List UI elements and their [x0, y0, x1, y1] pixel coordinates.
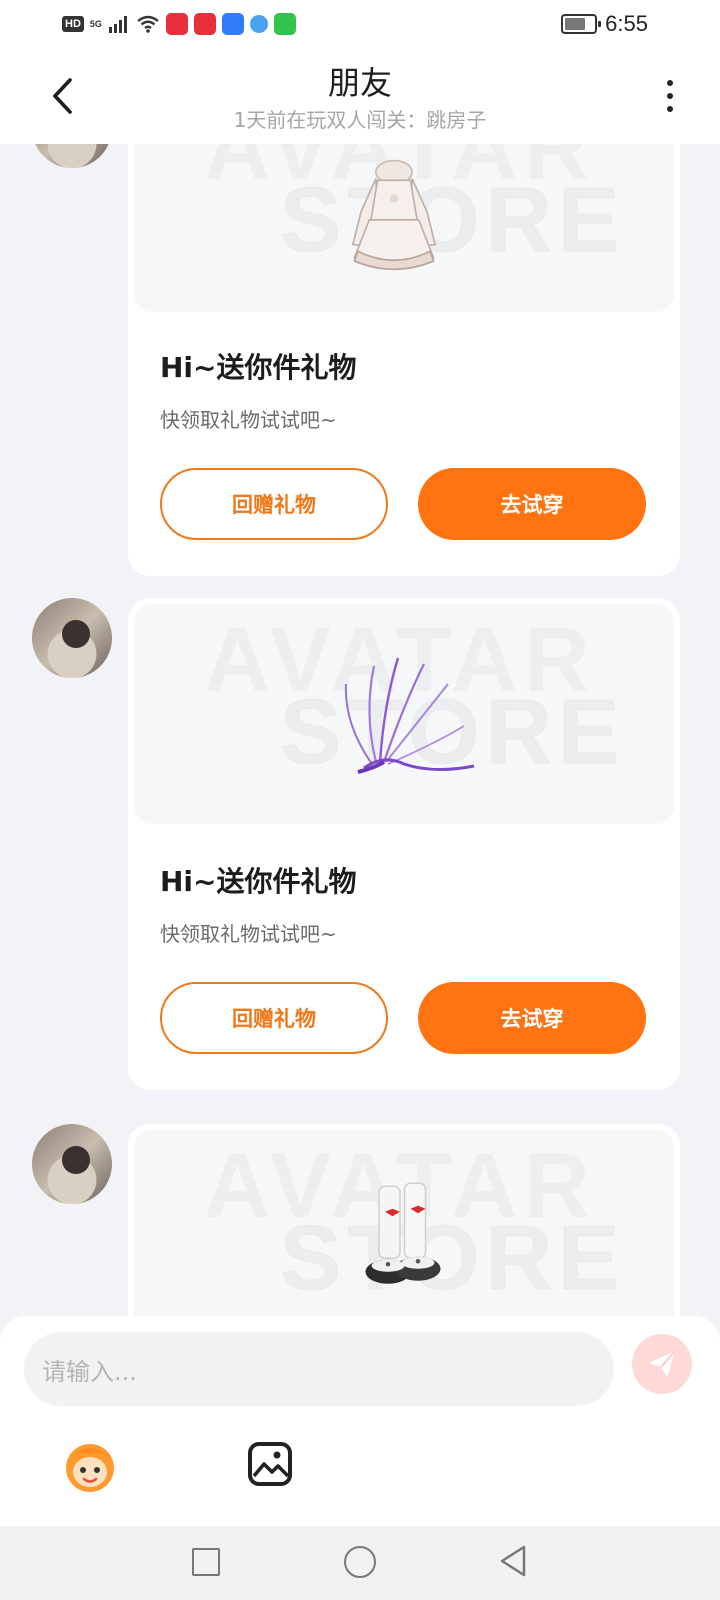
input-panel: 请输入... — [0, 1316, 720, 1526]
app-notification-icon — [273, 13, 296, 35]
chat-header: 朋友 1天前在玩双人闯关：跳房子 — [0, 48, 720, 144]
shoes-item-image — [365, 1182, 441, 1284]
dress-item-image — [351, 159, 437, 271]
gift-title: Hi~送你件礼物 — [160, 351, 357, 384]
status-bar: HD 5G 6:55 — [0, 0, 720, 48]
emoji-icon — [66, 1444, 114, 1492]
avatar[interactable] — [32, 598, 112, 678]
send-icon — [649, 1350, 676, 1377]
nav-recents-icon[interactable] — [192, 1548, 220, 1576]
feather-fan-item-image — [344, 657, 475, 774]
battery-icon — [561, 14, 602, 34]
hd-indicator: HD — [62, 16, 84, 32]
status-indicators: HD 5G — [62, 12, 296, 36]
gift-card: AVATAR STORE Hi~送你件礼物 快领取礼物试试吧~ 回赠礼物 去试穿 — [128, 144, 680, 576]
app-notification-icon — [165, 13, 188, 35]
gift-title: Hi~送你件礼物 — [160, 865, 357, 898]
friend-status: 1天前在玩双人闯关：跳房子 — [233, 108, 487, 132]
wifi-icon — [137, 15, 159, 33]
avatar[interactable] — [32, 144, 112, 168]
try-on-button[interactable]: 去试穿 — [418, 468, 646, 540]
clock: 6:55 — [605, 11, 648, 36]
nav-back-icon[interactable] — [498, 1544, 528, 1578]
message-input[interactable]: 请输入... — [24, 1332, 614, 1406]
app-notification-icon — [193, 13, 216, 35]
status-right: 6:55 — [561, 10, 648, 38]
gift-description: 快领取礼物试试吧~ — [160, 408, 337, 432]
gift-preview-image[interactable]: AVATAR STORE — [134, 144, 674, 312]
image-button[interactable] — [246, 1440, 294, 1488]
gift-card: AVATAR STORE Hi~送你件礼物 快领取礼物试试吧~ 回赠礼物 去试穿 — [128, 598, 680, 1090]
more-vertical-icon — [667, 80, 673, 86]
emoji-button[interactable] — [60, 1438, 120, 1494]
gift-preview-image[interactable]: AVATAR STORE — [134, 1130, 674, 1316]
avatar[interactable] — [32, 1124, 112, 1204]
page-title: 朋友 — [327, 64, 392, 102]
image-icon — [248, 1442, 292, 1486]
gift-description: 快领取礼物试试吧~ — [160, 922, 337, 946]
signal-icon — [108, 16, 127, 33]
app-notification-icon — [249, 15, 268, 33]
gift-card: AVATAR STORE — [128, 1124, 680, 1316]
try-on-button[interactable]: 去试穿 — [418, 982, 646, 1054]
return-gift-button[interactable]: 回赠礼物 — [160, 468, 388, 540]
return-gift-button[interactable]: 回赠礼物 — [160, 982, 388, 1054]
nav-home-icon[interactable] — [344, 1546, 376, 1578]
system-nav-bar — [0, 1526, 720, 1600]
gift-preview-image[interactable]: AVATAR STORE — [134, 604, 674, 824]
network-5g-indicator: 5G — [89, 18, 102, 29]
app-notification-icon — [221, 13, 244, 35]
chat-message-list[interactable]: AVATAR STORE Hi~送你件礼物 快领取礼物试试吧~ 回赠礼物 去试穿 — [0, 144, 720, 1316]
more-options-button[interactable] — [660, 76, 680, 116]
send-button[interactable] — [632, 1334, 692, 1394]
